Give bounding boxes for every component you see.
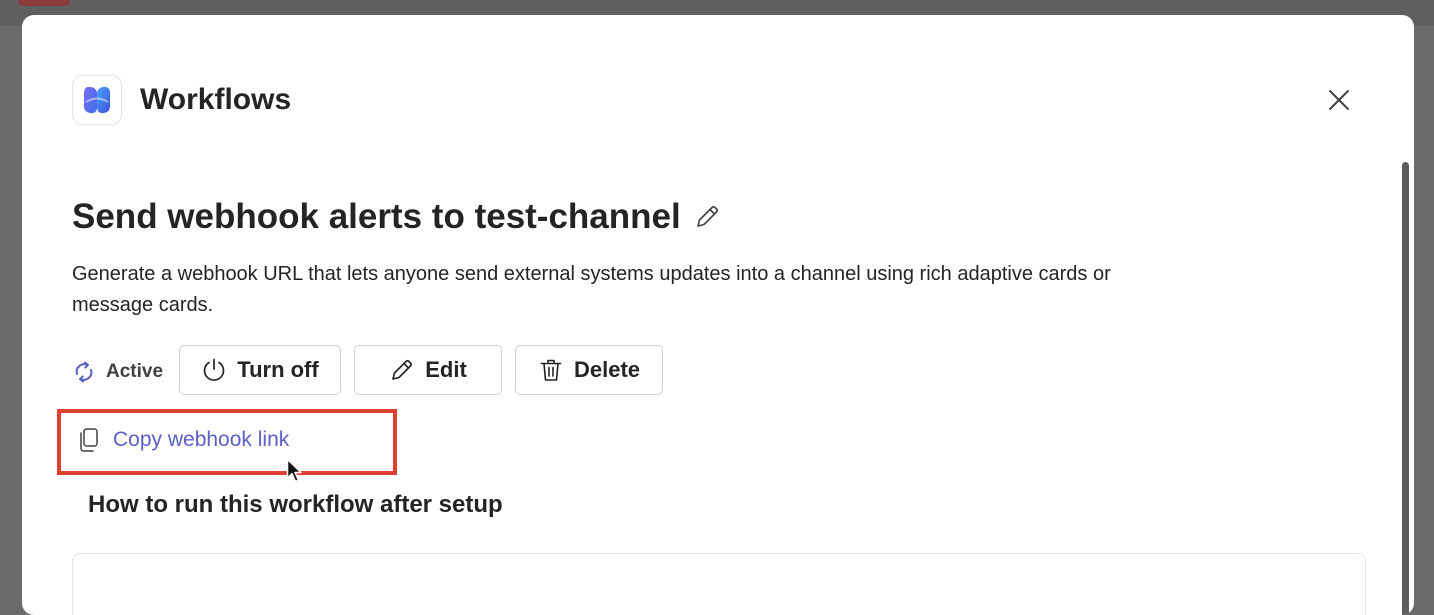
workflow-description: Generate a webhook URL that lets anyone … [72, 263, 1111, 316]
workflows-logo-icon [72, 75, 122, 125]
sync-icon [75, 361, 93, 383]
turn-off-label: Turn off [237, 357, 319, 382]
power-icon [203, 358, 225, 381]
close-button[interactable] [1322, 85, 1356, 115]
mouse-cursor-icon [286, 458, 302, 483]
background-badge [18, 0, 70, 6]
edit-label: Edit [425, 357, 467, 382]
copy-icon [80, 428, 98, 452]
pencil-icon [392, 359, 413, 380]
copy-webhook-link[interactable]: Copy webhook link [77, 425, 289, 455]
workflow-dialog: Workflows Send webhook alerts to test-ch… [22, 15, 1414, 615]
turn-off-button[interactable]: Turn off [179, 345, 341, 395]
instructions-card [72, 553, 1366, 615]
edit-button[interactable]: Edit [354, 345, 502, 395]
delete-label: Delete [573, 357, 641, 382]
copy-webhook-link-label: Copy webhook link [113, 428, 290, 451]
delete-button[interactable]: Delete [515, 345, 663, 395]
trash-icon [540, 359, 562, 381]
workflow-title-row: Send webhook alerts to test-channel [72, 196, 721, 238]
workflow-title: Send webhook alerts to test-channel [72, 197, 681, 236]
pencil-icon [696, 205, 718, 227]
scrollbar-thumb[interactable] [1402, 162, 1409, 615]
scrollbar[interactable] [1400, 158, 1410, 615]
status-indicator: Active [72, 359, 163, 385]
app-title: Workflows [140, 83, 292, 116]
how-to-run-heading: How to run this workflow after setup [88, 491, 503, 518]
close-icon [1329, 90, 1349, 110]
status-label: Active [106, 361, 164, 382]
rename-button[interactable] [693, 203, 721, 231]
